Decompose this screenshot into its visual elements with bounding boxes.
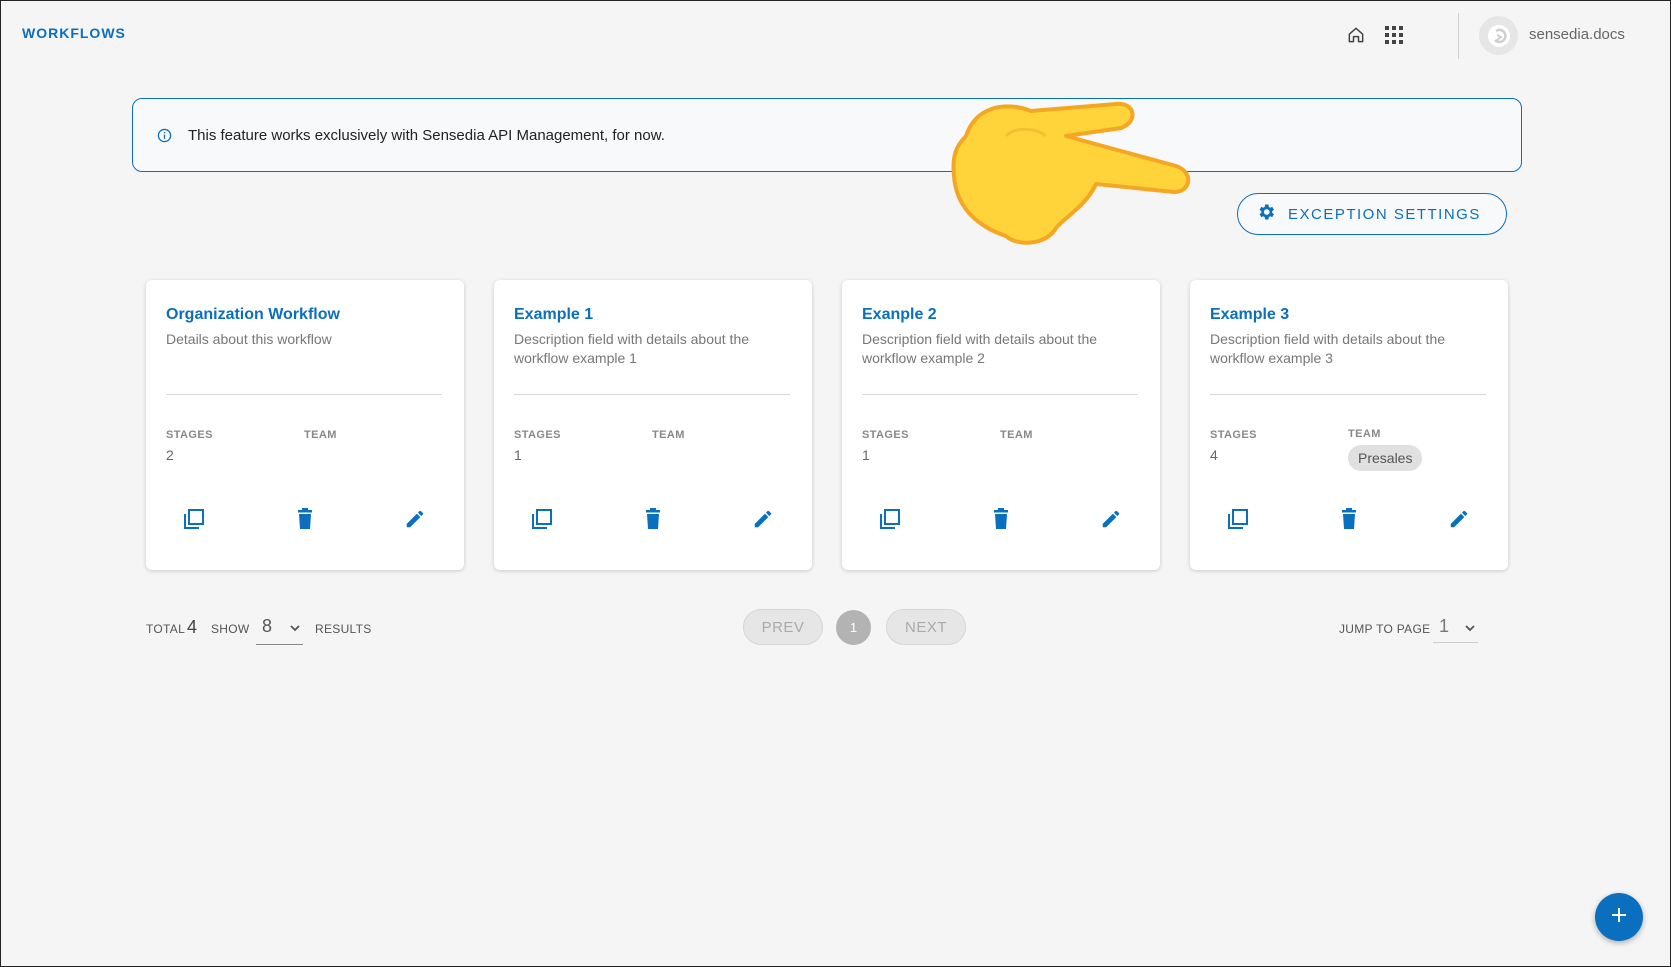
trash-icon[interactable]: [639, 505, 667, 533]
stages-value: 4: [1210, 447, 1218, 463]
total-count: 4: [187, 617, 198, 637]
workflow-card[interactable]: Example 3 Description field with details…: [1190, 280, 1508, 570]
card-title[interactable]: Organization Workflow: [166, 306, 340, 324]
pencil-icon[interactable]: [1445, 505, 1473, 533]
chevron-down-icon: [1464, 621, 1476, 639]
team-label: TEAM: [1000, 429, 1033, 441]
card-title[interactable]: Example 3: [1210, 306, 1289, 324]
info-banner: This feature works exclusively with Sens…: [132, 98, 1522, 172]
chevron-down-icon: [289, 621, 301, 639]
workflow-card[interactable]: Example 1 Description field with details…: [494, 280, 812, 570]
workflow-card[interactable]: Organization Workflow Details about this…: [146, 280, 464, 570]
stages-label: STAGES: [862, 429, 909, 441]
jump-to-page-label: JUMP TO PAGE: [1339, 622, 1431, 636]
jump-to-page-value: 1: [1439, 616, 1450, 636]
avatar[interactable]: [1479, 16, 1518, 55]
next-button[interactable]: NEXT: [886, 609, 966, 645]
card-divider: [1210, 394, 1486, 395]
stages-label: STAGES: [1210, 429, 1257, 441]
card-description: Description field with details about the…: [862, 331, 1098, 366]
show-label: SHOW: [211, 622, 250, 636]
prev-button[interactable]: PREV: [743, 609, 823, 645]
stages-value: 1: [862, 447, 870, 463]
stages-label: STAGES: [514, 429, 561, 441]
results-label: RESULTS: [315, 622, 372, 636]
card-description: Description field with details about the…: [514, 331, 750, 366]
card-divider: [514, 394, 790, 395]
card-divider: [166, 394, 442, 395]
gear-icon: [1256, 202, 1276, 227]
pencil-icon[interactable]: [749, 505, 777, 533]
stages-label: STAGES: [166, 429, 213, 441]
team-label: TEAM: [652, 429, 685, 441]
results-per-page-value: 8: [262, 616, 273, 636]
total-label: TOTAL: [146, 622, 186, 636]
top-bar: WORKFLOWS sensedia.docs: [1, 1, 1670, 71]
apps-grid-icon[interactable]: [1382, 23, 1406, 47]
info-icon: [157, 128, 172, 148]
workflow-card[interactable]: Exanple 2 Description field with details…: [842, 280, 1160, 570]
results-per-page-select[interactable]: 8: [256, 611, 303, 645]
copy-icon[interactable]: [528, 505, 556, 533]
plus-icon: [1611, 907, 1627, 928]
copy-icon[interactable]: [1224, 505, 1252, 533]
team-label: TEAM: [304, 429, 337, 441]
pencil-icon[interactable]: [401, 505, 429, 533]
trash-icon[interactable]: [987, 505, 1015, 533]
card-divider: [862, 394, 1138, 395]
jump-to-page-select[interactable]: 1: [1433, 611, 1478, 643]
banner-text: This feature works exclusively with Sens…: [188, 127, 665, 144]
card-title[interactable]: Example 1: [514, 306, 593, 324]
page-title: WORKFLOWS: [22, 25, 126, 41]
trash-icon[interactable]: [1335, 505, 1363, 533]
trash-icon[interactable]: [291, 505, 319, 533]
stages-value: 1: [514, 447, 522, 463]
username[interactable]: sensedia.docs: [1529, 26, 1625, 43]
copy-icon[interactable]: [876, 505, 904, 533]
copy-icon[interactable]: [180, 505, 208, 533]
stages-value: 2: [166, 447, 174, 463]
current-page-button[interactable]: 1: [836, 610, 871, 645]
team-chip: Presales: [1348, 445, 1423, 471]
add-workflow-button[interactable]: [1595, 893, 1643, 941]
home-icon[interactable]: [1344, 23, 1368, 47]
pencil-icon[interactable]: [1097, 505, 1125, 533]
avatar-logo-icon: [1487, 24, 1510, 47]
header-divider: [1458, 13, 1459, 59]
exception-settings-button[interactable]: EXCEPTION SETTINGS: [1237, 193, 1507, 235]
card-description: Details about this workflow: [166, 331, 332, 347]
card-title[interactable]: Exanple 2: [862, 306, 937, 324]
exception-settings-label: EXCEPTION SETTINGS: [1288, 205, 1481, 223]
card-description: Description field with details about the…: [1210, 331, 1446, 366]
pointing-hand-icon: [951, 101, 1191, 245]
team-label: TEAM: [1348, 428, 1381, 440]
